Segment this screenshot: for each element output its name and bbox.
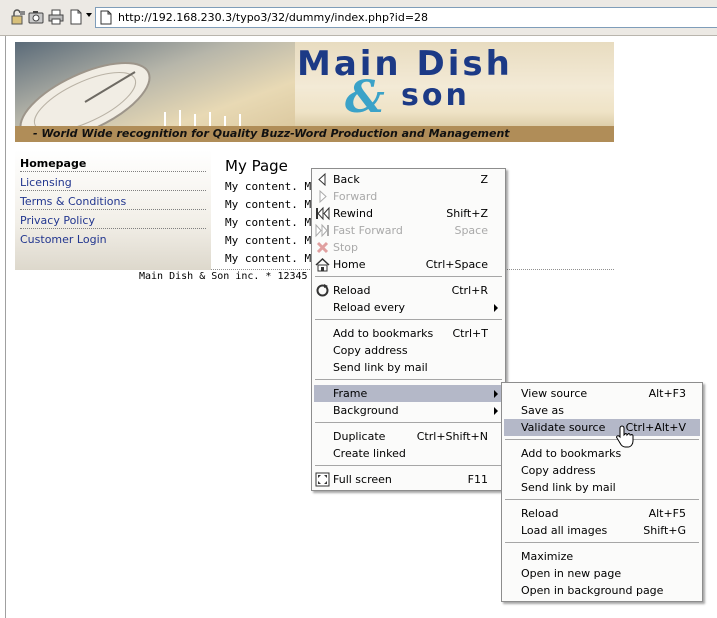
menu-item-fast-forward[interactable]: Fast Forward Space	[314, 222, 503, 239]
stop-icon	[315, 240, 330, 255]
submenu-item-copy-address[interactable]: Copy address	[504, 462, 700, 479]
back-icon	[315, 172, 330, 187]
menu-item-create-linked[interactable]: Create linked	[314, 445, 503, 462]
browser-toolbar: http://192.168.230.3/typo3/32/dummy/inde…	[0, 0, 717, 36]
submenu-item-open-new-page[interactable]: Open in new page	[504, 565, 700, 582]
submenu-item-send-link[interactable]: Send link by mail	[504, 479, 700, 496]
submenu-item-save-as[interactable]: Save as	[504, 402, 700, 419]
nav-divider	[20, 171, 206, 172]
footer-text: Main Dish & Son inc. * 12345 T	[139, 271, 320, 282]
site-banner: Main Dish & son - World Wide recognition…	[15, 42, 614, 142]
rewind-icon	[315, 206, 330, 221]
nav-divider	[20, 209, 206, 210]
submenu-item-load-images[interactable]: Load all images Shift+G	[504, 522, 700, 539]
submenu-item-reload[interactable]: Reload Alt+F5	[504, 505, 700, 522]
menu-item-reload[interactable]: Reload Ctrl+R	[314, 282, 503, 299]
menu-item-full-screen[interactable]: Full screen F11	[314, 471, 503, 488]
page-icon[interactable]	[68, 9, 84, 25]
submenu-item-maximize[interactable]: Maximize	[504, 548, 700, 565]
submenu-item-view-source[interactable]: View source Alt+F3	[504, 385, 700, 402]
menu-item-reload-every[interactable]: Reload every	[314, 299, 503, 316]
menu-divider	[505, 542, 699, 543]
menu-divider	[315, 422, 502, 423]
brand-ampersand: &	[345, 72, 385, 123]
context-menu: Back Z Forward Rewind Shift+Z Fast Forwa…	[311, 168, 506, 491]
address-bar[interactable]: http://192.168.230.3/typo3/32/dummy/inde…	[95, 7, 717, 28]
fast-forward-icon	[315, 223, 330, 238]
menu-divider	[315, 276, 502, 277]
sidebar-item-customer-login[interactable]: Customer Login	[20, 233, 107, 246]
menu-item-send-link[interactable]: Send link by mail	[314, 359, 503, 376]
page-title: My Page	[225, 157, 288, 175]
submenu-item-open-background-page[interactable]: Open in background page	[504, 582, 700, 599]
menu-item-add-bookmarks[interactable]: Add to bookmarks Ctrl+T	[314, 325, 503, 342]
nav-divider	[20, 228, 206, 229]
menu-item-frame[interactable]: Frame	[314, 385, 503, 402]
menu-item-duplicate[interactable]: Duplicate Ctrl+Shift+N	[314, 428, 503, 445]
submenu-arrow-icon	[494, 304, 498, 312]
content-line: My content. My	[225, 198, 318, 211]
sidebar-item-terms[interactable]: Terms & Conditions	[20, 195, 126, 208]
tagline: - World Wide recognition for Quality Buz…	[33, 127, 510, 140]
content-line: My content. My	[225, 216, 318, 229]
menu-item-background[interactable]: Background	[314, 402, 503, 419]
reload-icon	[315, 283, 330, 298]
sidebar-item-privacy[interactable]: Privacy Policy	[20, 214, 95, 227]
submenu-arrow-icon	[494, 390, 498, 398]
menu-item-rewind[interactable]: Rewind Shift+Z	[314, 205, 503, 222]
full-screen-icon	[315, 472, 330, 487]
menu-item-forward[interactable]: Forward	[314, 188, 503, 205]
menu-item-home[interactable]: Home Ctrl+Space	[314, 256, 503, 273]
menu-divider	[505, 439, 699, 440]
menu-divider	[315, 465, 502, 466]
camera-icon[interactable]	[28, 9, 44, 25]
brand-title-son: son	[401, 78, 470, 113]
home-icon	[315, 257, 330, 272]
menu-item-back[interactable]: Back Z	[314, 171, 503, 188]
content-line: My content. My	[225, 180, 318, 193]
menu-item-stop[interactable]: Stop	[314, 239, 503, 256]
sidebar-item-homepage[interactable]: Homepage	[20, 157, 86, 170]
address-url[interactable]: http://192.168.230.3/typo3/32/dummy/inde…	[118, 11, 428, 24]
content-line: My content. My	[225, 234, 318, 247]
content-line: My content. My	[225, 252, 318, 265]
print-icon[interactable]	[48, 9, 64, 25]
sidebar-nav: Homepage Licensing Terms & Conditions Pr…	[15, 150, 211, 270]
security-lock-icon[interactable]	[10, 9, 26, 25]
menu-divider	[315, 379, 502, 380]
frame-submenu: View source Alt+F3 Save as Validate sour…	[501, 382, 703, 602]
submenu-item-add-bookmarks[interactable]: Add to bookmarks	[504, 445, 700, 462]
page-favicon-icon	[99, 10, 113, 25]
frame-border	[5, 36, 6, 618]
menu-divider	[505, 499, 699, 500]
forward-icon	[315, 189, 330, 204]
dropdown-arrow-icon[interactable]	[86, 13, 92, 17]
nav-divider	[20, 190, 206, 191]
submenu-item-validate-source[interactable]: Validate source Ctrl+Alt+V	[504, 419, 700, 436]
sidebar-item-licensing[interactable]: Licensing	[20, 176, 72, 189]
submenu-arrow-icon	[494, 407, 498, 415]
hand-cursor-icon	[616, 425, 636, 449]
menu-item-copy-address[interactable]: Copy address	[314, 342, 503, 359]
menu-divider	[315, 319, 502, 320]
